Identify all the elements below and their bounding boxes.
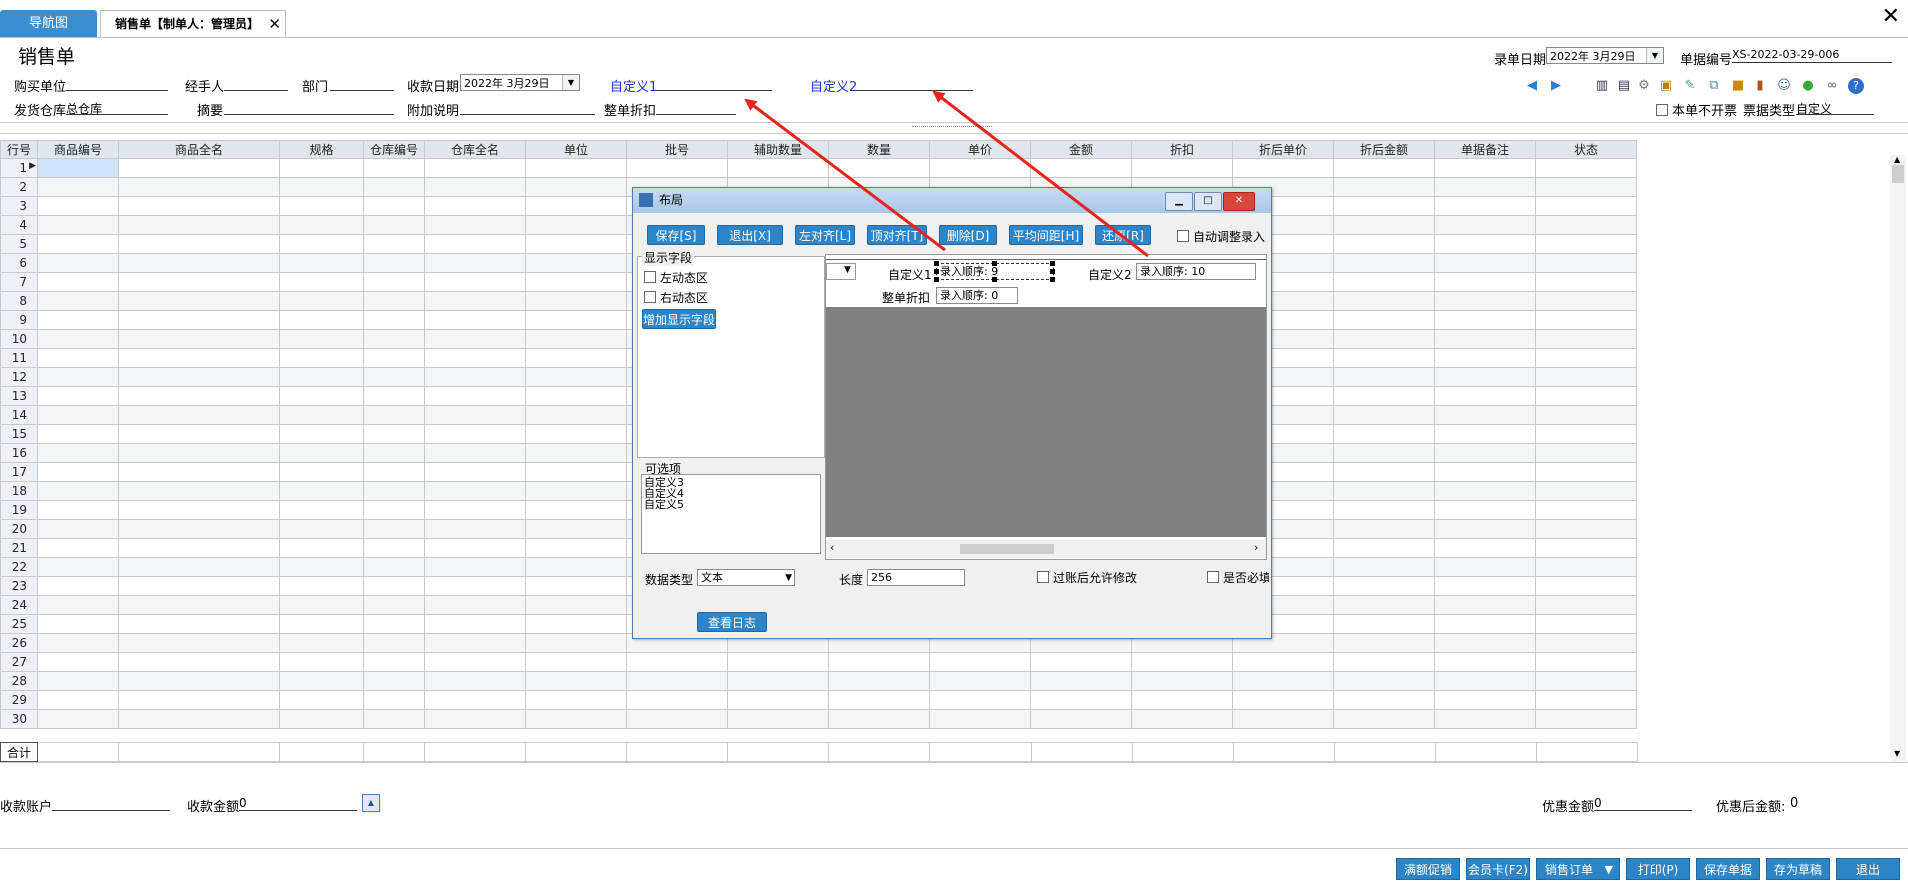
chevron-down-icon[interactable]: ▼ — [1605, 859, 1613, 881]
amount-field[interactable]: 0 — [239, 796, 357, 811]
save-doc-button[interactable]: 保存单据 — [1696, 858, 1760, 880]
after-discount-label: 优惠后金额: — [1716, 800, 1786, 815]
print-button[interactable]: 打印(P) — [1626, 858, 1690, 880]
save-draft-button[interactable]: 存为草稿 — [1766, 858, 1830, 880]
annotation-arrows — [744, 90, 1149, 258]
arrow-to-custom2 — [932, 90, 1149, 258]
discount-amount-label: 优惠金额 — [1542, 800, 1595, 815]
discount-amount-field[interactable]: 0 — [1594, 796, 1692, 811]
after-discount-value: 0 — [1790, 796, 1799, 811]
sales-order-button[interactable]: 销售订单 ▼ — [1536, 858, 1620, 880]
sales-order-label: 销售订单 — [1545, 863, 1594, 877]
expand-icon[interactable]: ▲ — [362, 794, 380, 812]
exit-button[interactable]: 退出 — [1836, 858, 1900, 880]
arrow-to-custom1 — [744, 98, 946, 252]
account-label: 收款账户 — [0, 800, 53, 815]
footer-divider — [0, 848, 1908, 849]
account-field[interactable] — [52, 796, 170, 811]
member-card-button[interactable]: 会员卡(F2) — [1466, 858, 1530, 880]
promo-button[interactable]: 满额促销 — [1396, 858, 1460, 880]
amount-label: 收款金额 — [187, 800, 240, 815]
